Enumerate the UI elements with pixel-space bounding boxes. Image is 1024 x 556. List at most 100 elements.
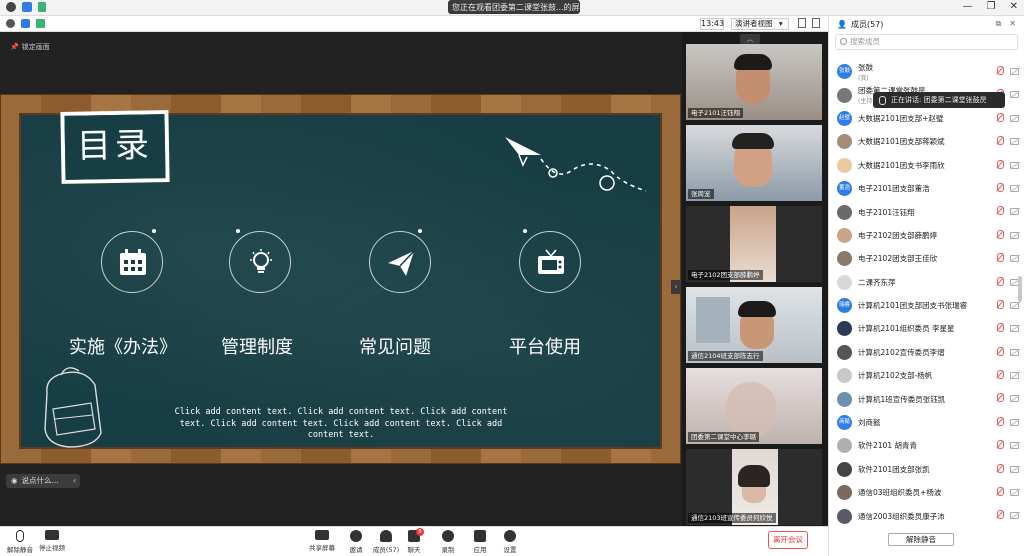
- leave-meeting-button[interactable]: 离开会议: [768, 531, 808, 549]
- member-row[interactable]: 计算机1班宣传委员张钰凯: [829, 387, 1024, 410]
- member-row[interactable]: 电子2102团支部王佳欣: [829, 247, 1024, 270]
- mic-muted-icon[interactable]: [996, 253, 1004, 263]
- mic-muted-icon[interactable]: [996, 276, 1004, 287]
- meeting-info-icon[interactable]: [6, 19, 15, 28]
- sharing-banner[interactable]: 您正在观看团委第二课堂张鼓...的屏幕 ▦: [448, 0, 580, 14]
- side-panel-icon[interactable]: [812, 18, 820, 28]
- camera-off-icon[interactable]: [1010, 395, 1019, 403]
- mic-muted-icon[interactable]: [996, 299, 1004, 310]
- shield-icon[interactable]: [22, 2, 32, 12]
- unmute-all-button[interactable]: 解除静音: [888, 533, 954, 546]
- member-row[interactable]: 大数据2101团支书李雨欣: [829, 154, 1024, 177]
- share-screen-button[interactable]: 共享屏幕: [304, 530, 340, 552]
- member-row[interactable]: 张鼓 张鼓 (我): [829, 60, 1024, 83]
- member-row[interactable]: 二课齐东萍: [829, 271, 1024, 294]
- stop-video-button[interactable]: 停止视频: [34, 530, 70, 552]
- mic-muted-icon[interactable]: [996, 487, 1004, 497]
- video-tile[interactable]: 电子2102团支部薛鹏婷: [686, 206, 822, 282]
- camera-off-icon[interactable]: [1010, 442, 1019, 450]
- menu-item-3[interactable]: [369, 231, 431, 293]
- mic-muted-icon[interactable]: [996, 463, 1004, 474]
- member-row[interactable]: 计算机2102支部-杨帆: [829, 364, 1024, 387]
- chevron-left-icon[interactable]: ‹: [73, 474, 76, 488]
- video-tile[interactable]: 张周宠: [686, 125, 822, 201]
- mic-muted-icon[interactable]: [996, 66, 1004, 76]
- mic-muted-icon[interactable]: [996, 112, 1004, 123]
- video-tile[interactable]: 通信2103班宣传委员何欣悦: [686, 449, 822, 525]
- network-icon[interactable]: [36, 19, 45, 28]
- popout-icon[interactable]: ⧉: [996, 19, 1002, 29]
- layout-icon[interactable]: [798, 18, 806, 28]
- camera-off-icon[interactable]: [1010, 231, 1019, 239]
- camera-off-icon[interactable]: [1010, 138, 1019, 146]
- camera-off-icon[interactable]: [1010, 325, 1019, 333]
- chat-button[interactable]: 8 聊天: [396, 528, 432, 554]
- member-row[interactable]: 董浩 电子2101团支部董浩: [829, 177, 1024, 200]
- camera-off-icon[interactable]: [1010, 512, 1019, 520]
- mic-muted-icon[interactable]: [996, 416, 1004, 427]
- camera-off-icon[interactable]: [1010, 68, 1019, 75]
- mic-muted-icon[interactable]: [996, 346, 1004, 357]
- restore-icon[interactable]: ❐: [987, 1, 996, 12]
- avatar: 瑞睿: [837, 298, 852, 314]
- camera-off-icon[interactable]: [1010, 418, 1019, 426]
- member-row[interactable]: 计算机2102宣传委员李熠: [829, 341, 1024, 364]
- menu-item-2[interactable]: [229, 231, 291, 293]
- member-search-input[interactable]: 搜索成员: [835, 34, 1018, 50]
- mic-muted-icon[interactable]: [996, 136, 1004, 146]
- member-row[interactable]: 瑞睿 计算机2101团支部团支书张瑞睿: [829, 294, 1024, 317]
- camera-off-icon[interactable]: [1010, 489, 1019, 497]
- mic-muted-icon[interactable]: [996, 393, 1004, 403]
- video-tile[interactable]: 团委第二课堂中心李璐: [686, 368, 822, 444]
- mic-muted-icon[interactable]: [996, 229, 1004, 240]
- camera-off-icon[interactable]: [1010, 208, 1019, 216]
- member-row[interactable]: 大数据2101团支部蒋颖斌: [829, 130, 1024, 153]
- mic-muted-icon[interactable]: [996, 323, 1004, 333]
- close-panel-icon[interactable]: ✕: [1009, 19, 1016, 29]
- member-row[interactable]: 软件2101团支部张凯: [829, 458, 1024, 481]
- members-scrollbar[interactable]: [1018, 276, 1022, 302]
- member-row[interactable]: 电子2102团支部薛鹏婷: [829, 224, 1024, 247]
- mic-muted-icon[interactable]: [996, 206, 1004, 216]
- settings-button[interactable]: 设置: [492, 530, 528, 554]
- search-placeholder: 搜索成员: [850, 37, 880, 46]
- close-icon[interactable]: ✕: [1010, 1, 1018, 12]
- camera-off-icon[interactable]: [1010, 465, 1019, 473]
- mic-muted-icon[interactable]: [996, 510, 1004, 520]
- mic-muted-icon[interactable]: [996, 182, 1004, 193]
- view-bar: 13:43 演讲者视图 ▾: [0, 16, 828, 32]
- record-button[interactable]: 录制: [430, 530, 466, 554]
- member-row[interactable]: 商懿 刘商懿: [829, 411, 1024, 434]
- unmute-button[interactable]: 解除静音: [2, 530, 38, 554]
- video-tile[interactable]: 电子2101汪钰翔: [686, 44, 822, 120]
- info-icon[interactable]: [6, 2, 16, 12]
- lock-view-button[interactable]: 📌 锁定画面: [10, 42, 50, 52]
- scroll-up-button[interactable]: ︿: [740, 34, 760, 44]
- view-mode-select[interactable]: 演讲者视图 ▾: [731, 18, 789, 30]
- mic-muted-icon[interactable]: [996, 159, 1004, 170]
- minimize-icon[interactable]: —: [963, 1, 973, 12]
- mic-muted-icon[interactable]: [996, 370, 1004, 380]
- member-row[interactable]: 电子2101汪钰翔: [829, 200, 1024, 223]
- member-row[interactable]: 计算机2101组织委员 李星星: [829, 317, 1024, 340]
- camera-off-icon[interactable]: [1010, 114, 1019, 122]
- video-tile[interactable]: 通信2104班支部陈志行: [686, 287, 822, 363]
- camera-off-icon[interactable]: [1010, 372, 1019, 380]
- camera-off-icon[interactable]: [1010, 91, 1019, 99]
- member-row[interactable]: 赵璧 大数据2101团支部+赵璧: [829, 107, 1024, 130]
- member-row[interactable]: 通信2003组织委员康子沛: [829, 504, 1024, 527]
- member-row[interactable]: 通信03班组织委员+杨波: [829, 481, 1024, 504]
- chat-input-hint[interactable]: ◉ 说点什么... ‹: [6, 474, 80, 488]
- collapse-videos-button[interactable]: ›: [671, 280, 681, 294]
- camera-off-icon[interactable]: [1010, 301, 1019, 309]
- security-icon[interactable]: [21, 19, 30, 28]
- mic-muted-icon[interactable]: [996, 440, 1004, 450]
- menu-item-4[interactable]: [519, 231, 581, 293]
- signal-icon[interactable]: [38, 2, 46, 12]
- menu-item-1[interactable]: [101, 231, 163, 293]
- camera-off-icon[interactable]: [1010, 348, 1019, 356]
- camera-off-icon[interactable]: [1010, 255, 1019, 263]
- camera-off-icon[interactable]: [1010, 161, 1019, 169]
- camera-off-icon[interactable]: [1010, 184, 1019, 192]
- member-row[interactable]: 软件2101 胡青青: [829, 434, 1024, 457]
